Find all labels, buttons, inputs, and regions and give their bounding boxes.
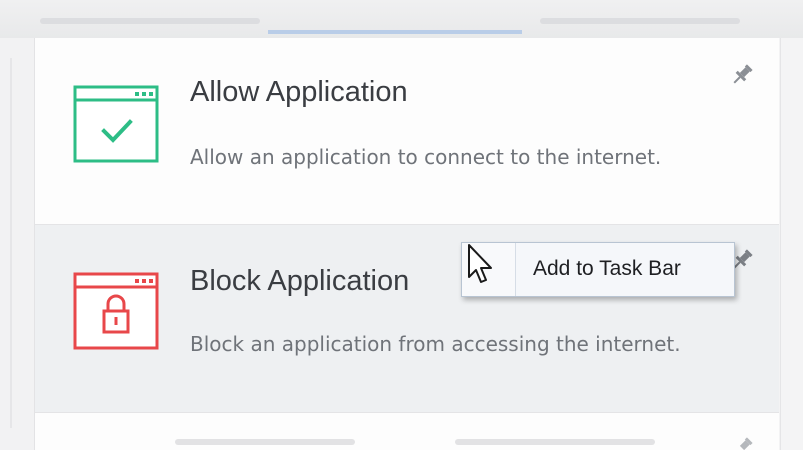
left-gutter [0, 38, 35, 450]
pin-icon[interactable] [729, 62, 755, 88]
context-menu: Add to Task Bar [461, 242, 735, 297]
window-lock-icon [73, 272, 159, 350]
menu-item-label: Add to Task Bar [533, 257, 681, 280]
scrollbar-track[interactable] [780, 38, 803, 450]
task-tile-allow-application[interactable]: Allow Application Allow an application t… [35, 38, 779, 225]
task-description: Allow an application to connect to the i… [190, 145, 662, 169]
mouse-cursor-icon [468, 244, 492, 283]
task-title: Block Application [190, 265, 410, 297]
task-description: Block an application from accessing the … [190, 332, 681, 356]
task-tile-next[interactable] [35, 413, 779, 450]
task-title: Allow Application [190, 76, 408, 108]
window-check-icon [73, 85, 159, 163]
task-panel: Allow Application Allow an application t… [0, 0, 803, 450]
active-tab-indicator [268, 30, 522, 34]
add-to-task-bar-menu-item[interactable]: Add to Task Bar [516, 243, 734, 296]
pin-icon[interactable] [729, 435, 755, 450]
